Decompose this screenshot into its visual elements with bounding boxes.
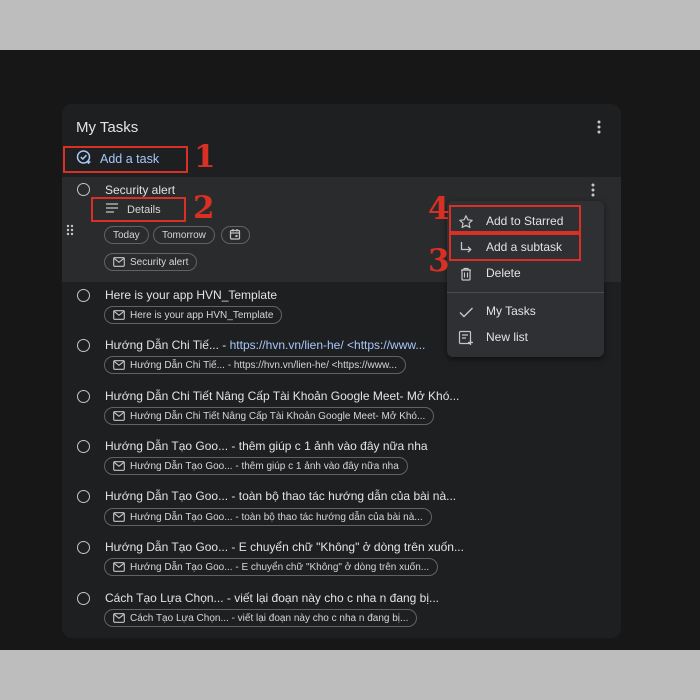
new-list-icon — [458, 330, 474, 346]
task-complete-toggle[interactable] — [77, 490, 90, 503]
task-title[interactable]: Hướng Dẫn Tạo Goo... - E chuyển chữ "Khô… — [105, 540, 464, 554]
task-title[interactable]: Hướng Dẫn Chi Tiết Nâng Cấp Tài Khoản Go… — [105, 389, 459, 403]
task-email-label: Hướng Dẫn Chi Tiế... - https://hvn.vn/li… — [130, 359, 397, 371]
task-title-link[interactable]: https://hvn.vn/lien-he/ <https://www... — [230, 338, 426, 352]
annotation-3: 3 — [428, 243, 450, 279]
calendar-icon — [229, 228, 241, 243]
task-title[interactable]: Hướng Dẫn Tạo Goo... - toàn bộ thao tác … — [105, 489, 456, 503]
task-email-label: Hướng Dẫn Tạo Goo... - toàn bộ thao tác … — [130, 511, 423, 523]
mail-icon — [113, 360, 125, 370]
task-complete-toggle[interactable] — [77, 440, 90, 453]
menu-item-label: My Tasks — [486, 304, 536, 318]
menu-item-label: New list — [486, 330, 529, 344]
annotation-box-1 — [63, 146, 188, 173]
task-email-label: Here is your app HVN_Template — [130, 309, 274, 321]
menu-divider — [447, 292, 604, 293]
task-more-icon[interactable] — [591, 183, 595, 202]
annotation-box-2 — [91, 197, 186, 222]
annotation-box-3 — [449, 233, 581, 261]
task-email-chip[interactable]: Hướng Dẫn Tạo Goo... - toàn bộ thao tác … — [104, 508, 432, 526]
task-title[interactable]: Hướng Dẫn Chi Tiế... - https://hvn.vn/li… — [105, 338, 425, 352]
mail-icon — [113, 411, 125, 421]
mail-icon — [113, 461, 125, 471]
trash-icon — [458, 266, 474, 282]
annotation-box-4 — [449, 205, 581, 233]
task-email-label: Hướng Dẫn Tạo Goo... - E chuyển chữ "Khô… — [130, 561, 430, 573]
task-email-label: Hướng Dẫn Chi Tiết Nâng Cấp Tài Khoản Go… — [130, 410, 426, 422]
task-complete-toggle[interactable] — [77, 541, 90, 554]
task-complete-toggle[interactable] — [77, 592, 90, 605]
menu-item-my-tasks[interactable]: My Tasks — [447, 298, 604, 324]
task-complete-toggle[interactable] — [77, 183, 90, 196]
task-email-chip[interactable]: Hướng Dẫn Tạo Goo... - E chuyển chữ "Khô… — [104, 558, 439, 576]
checkmark-icon — [458, 304, 474, 320]
mail-icon — [113, 512, 125, 522]
annotation-1: 1 — [194, 139, 216, 175]
task-email-chip[interactable]: Here is your app HVN_Template — [104, 306, 283, 324]
mail-icon — [113, 257, 125, 267]
task-email-label: Hướng Dẫn Tạo Goo... - thêm giúp c 1 ảnh… — [130, 460, 399, 472]
mail-icon — [113, 562, 125, 572]
task-complete-toggle[interactable] — [77, 390, 90, 403]
date-picker-chip[interactable] — [221, 226, 250, 244]
task-complete-toggle[interactable] — [77, 339, 90, 352]
menu-item-delete[interactable]: Delete — [447, 260, 604, 286]
selected-task-title[interactable]: Security alert — [105, 183, 175, 197]
mail-icon — [113, 310, 125, 320]
task-title[interactable]: Hướng Dẫn Tạo Goo... - thêm giúp c 1 ảnh… — [105, 439, 428, 453]
task-title[interactable]: Here is your app HVN_Template — [105, 288, 277, 302]
menu-item-new-list[interactable]: New list — [447, 324, 604, 350]
list-title: My Tasks — [76, 119, 139, 136]
more-options-icon[interactable] — [592, 120, 606, 136]
task-complete-toggle[interactable] — [77, 289, 90, 302]
task-email-chip[interactable]: Hướng Dẫn Chi Tiế... - https://hvn.vn/li… — [104, 356, 406, 374]
task-email-chip[interactable]: Hướng Dẫn Chi Tiết Nâng Cấp Tài Khoản Go… — [104, 407, 435, 425]
drag-handle-icon[interactable] — [66, 223, 74, 241]
menu-item-label: Delete — [486, 266, 521, 280]
task-email-chip[interactable]: Cách Tạo Lựa Chọn... - viết lại đoạn này… — [104, 609, 418, 627]
today-chip[interactable]: Today — [104, 226, 149, 244]
annotation-2: 2 — [193, 190, 215, 226]
task-email-chip[interactable]: Hướng Dẫn Tạo Goo... - thêm giúp c 1 ảnh… — [104, 457, 408, 475]
source-email-label: Security alert — [130, 256, 189, 268]
source-email-chip[interactable]: Security alert — [104, 253, 198, 271]
annotation-4: 4 — [428, 191, 450, 227]
mail-icon — [113, 613, 125, 623]
task-title[interactable]: Cách Tạo Lựa Chọn... - viết lại đoạn này… — [105, 591, 439, 605]
tomorrow-chip[interactable]: Tomorrow — [153, 226, 215, 244]
task-email-label: Cách Tạo Lựa Chọn... - viết lại đoạn này… — [130, 612, 409, 624]
